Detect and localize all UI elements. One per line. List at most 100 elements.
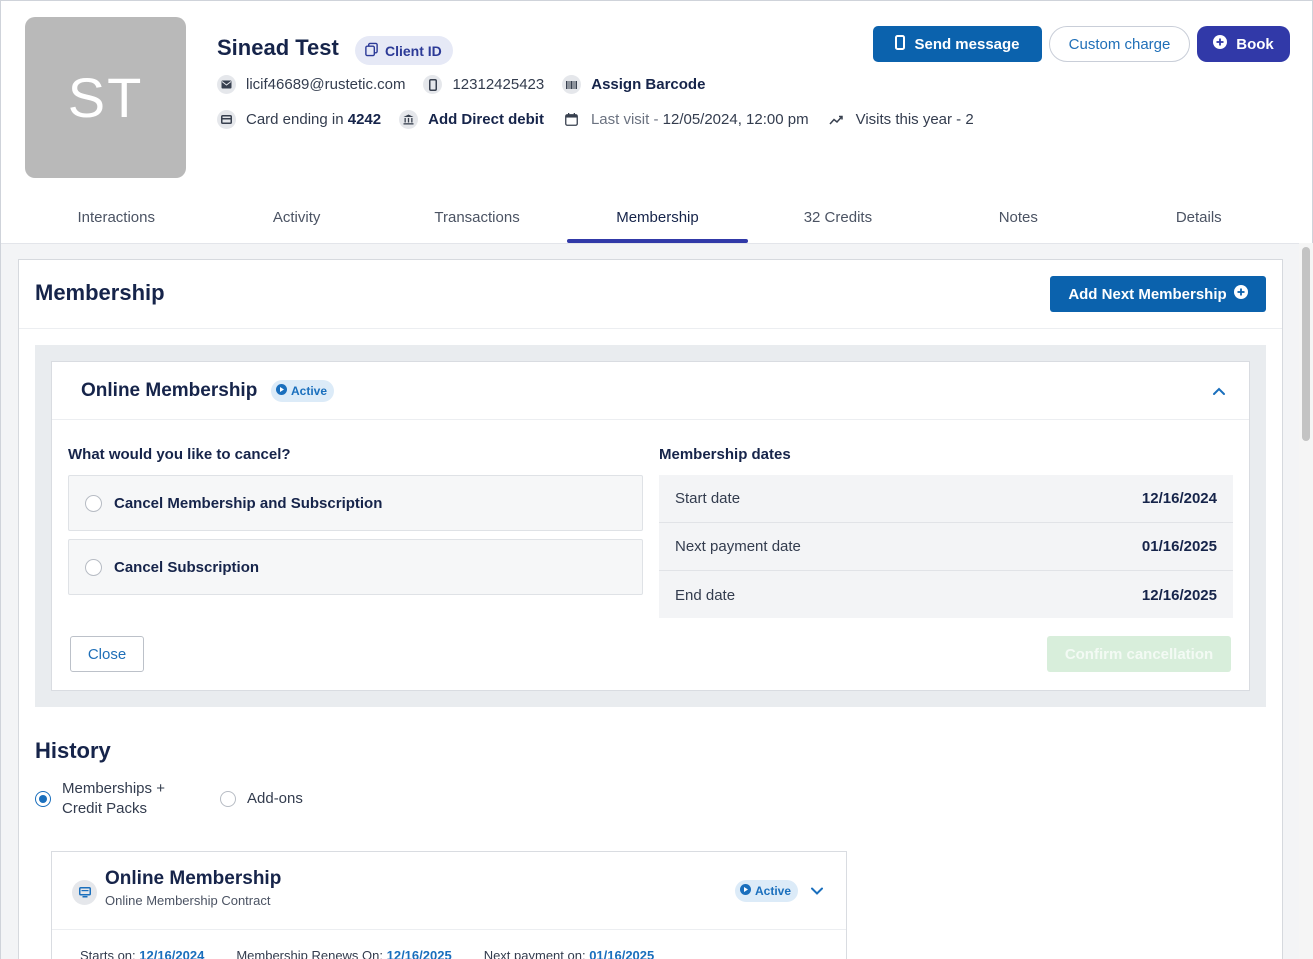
phone-item: 12312425423 bbox=[423, 75, 544, 94]
status-badge-label: Active bbox=[755, 884, 792, 898]
last-visit-text: Last visit - 12/05/2024, 12:00 pm bbox=[591, 111, 809, 128]
next-payment-value[interactable]: 01/16/2025 bbox=[589, 948, 654, 959]
history-card-header[interactable]: Online Membership Online Membership Cont… bbox=[52, 852, 846, 930]
card-prefix: Card ending in bbox=[246, 111, 348, 128]
plus-circle-icon bbox=[1213, 35, 1228, 53]
email-item: licif46689@rustetic.com bbox=[217, 75, 405, 94]
option-label: Cancel Membership and Subscription bbox=[114, 494, 383, 512]
contact-row: licif46689@rustetic.com 12312425423 Assi… bbox=[217, 75, 723, 94]
mobile-phone-icon bbox=[895, 34, 906, 54]
tab-transactions[interactable]: Transactions bbox=[387, 194, 567, 243]
next-payment-on: Next payment on: 01/16/2025 bbox=[484, 948, 655, 959]
tab-activity[interactable]: Activity bbox=[206, 194, 386, 243]
history-item-subtitle: Online Membership Contract bbox=[105, 893, 271, 908]
history-membership-card: Online Membership Online Membership Cont… bbox=[51, 851, 847, 959]
tab-details[interactable]: Details bbox=[1109, 194, 1289, 243]
tab-interactions[interactable]: Interactions bbox=[26, 194, 206, 243]
chevron-up-icon[interactable] bbox=[1210, 382, 1228, 400]
plus-circle-icon bbox=[1233, 285, 1248, 303]
client-name: Sinead Test bbox=[217, 35, 339, 60]
last-visit-item: Last visit - 12/05/2024, 12:00 pm bbox=[562, 110, 809, 129]
membership-dates-title: Membership dates bbox=[659, 446, 791, 463]
membership-card-icon bbox=[72, 880, 97, 905]
radio-button[interactable] bbox=[85, 558, 102, 576]
cancel-subscription-option[interactable]: Cancel Subscription bbox=[68, 539, 643, 595]
option-label: Cancel Subscription bbox=[114, 558, 260, 576]
filter-memberships-line1: Memberships + bbox=[62, 780, 165, 797]
membership-card-title: Online Membership bbox=[81, 380, 258, 401]
confirm-cancellation-button[interactable]: Confirm cancellation bbox=[1047, 636, 1231, 672]
date-row-start: Start date 12/16/2024 bbox=[659, 475, 1233, 523]
starts-on: Starts on: 12/16/2024 bbox=[80, 948, 204, 959]
send-message-button[interactable]: Send message bbox=[873, 26, 1042, 62]
avatar: ST bbox=[25, 17, 186, 178]
calendar-icon bbox=[562, 110, 581, 129]
add-next-membership-button[interactable]: Add Next Membership bbox=[1050, 276, 1266, 312]
membership-panel: Membership Add Next Membership Online Me… bbox=[18, 259, 1283, 959]
close-button[interactable]: Close bbox=[70, 636, 144, 672]
visits-text: Visits this year - 2 bbox=[855, 111, 974, 128]
barcode-icon bbox=[562, 75, 582, 94]
filter-add-ons[interactable]: Add-ons bbox=[220, 789, 303, 809]
cancel-membership-and-subscription-option[interactable]: Cancel Membership and Subscription bbox=[68, 475, 643, 531]
membership-card-header[interactable]: Online Membership Active bbox=[52, 362, 1249, 420]
last-visit-value: 12/05/2024, 12:00 pm bbox=[662, 111, 809, 128]
scrollbar-thumb[interactable] bbox=[1302, 247, 1310, 441]
next-payment-label: Next payment on: bbox=[483, 948, 590, 959]
history-item-dates: Starts on: 12/16/2024 Membership Renews … bbox=[80, 948, 654, 959]
radio-unselected[interactable] bbox=[220, 791, 236, 807]
renews-label: Membership Renews On: bbox=[236, 948, 387, 959]
filter-addons-label: Add-ons bbox=[247, 790, 303, 807]
status-badge: Active bbox=[271, 380, 335, 402]
history-title: History bbox=[35, 738, 111, 763]
add-next-membership-label: Add Next Membership bbox=[1068, 285, 1227, 303]
active-dot-icon bbox=[276, 384, 287, 398]
trend-icon bbox=[827, 110, 846, 129]
chevron-down-icon[interactable] bbox=[808, 882, 826, 900]
credit-card-icon bbox=[217, 110, 236, 129]
membership-card: Online Membership Active What would you … bbox=[51, 361, 1250, 691]
add-direct-debit-label: Add Direct debit bbox=[428, 111, 544, 128]
radio-selected[interactable] bbox=[35, 791, 51, 807]
assign-barcode-label: Assign Barcode bbox=[591, 76, 706, 93]
assign-barcode-item[interactable]: Assign Barcode bbox=[562, 75, 705, 94]
date-label: Start date bbox=[675, 490, 741, 507]
direct-debit-item[interactable]: Add Direct debit bbox=[399, 110, 544, 129]
scrollbar[interactable] bbox=[1299, 243, 1313, 959]
date-row-end: End date 12/16/2025 bbox=[659, 571, 1233, 619]
client-id-button[interactable]: Client ID bbox=[355, 36, 453, 65]
radio-button[interactable] bbox=[85, 494, 102, 512]
cancel-question: What would you like to cancel? bbox=[68, 446, 291, 463]
phone-icon bbox=[423, 75, 443, 94]
date-row-next-payment: Next payment date 01/16/2025 bbox=[659, 523, 1233, 571]
card-item: Card ending in 4242 bbox=[217, 110, 381, 129]
tab-notes[interactable]: Notes bbox=[928, 194, 1108, 243]
avatar-initials: ST bbox=[67, 66, 144, 129]
filter-memberships-credit-packs[interactable]: Memberships + Credit Packs bbox=[35, 779, 165, 819]
renews-value[interactable]: 12/16/2025 bbox=[387, 948, 452, 959]
phone-text[interactable]: 12312425423 bbox=[452, 76, 544, 93]
divider bbox=[19, 328, 1282, 329]
send-message-label: Send message bbox=[914, 35, 1020, 53]
client-id-label: Client ID bbox=[385, 42, 442, 59]
visits-item: Visits this year - 2 bbox=[827, 110, 974, 129]
tab-credits[interactable]: 32 Credits bbox=[748, 194, 928, 243]
mail-icon bbox=[217, 75, 236, 94]
book-label: Book bbox=[1236, 35, 1274, 53]
date-label: Next payment date bbox=[675, 538, 801, 555]
starts-label: Starts on: bbox=[80, 948, 140, 959]
membership-title: Membership bbox=[35, 280, 165, 305]
history-item-name: Online Membership bbox=[105, 868, 282, 889]
custom-charge-button[interactable]: Custom charge bbox=[1049, 26, 1190, 62]
filter-memberships-line2: Credit Packs bbox=[62, 800, 148, 817]
active-dot-icon bbox=[740, 884, 751, 898]
email-text[interactable]: licif46689@rustetic.com bbox=[246, 76, 405, 93]
client-header: ST Sinead Test Client ID licif46689@rust… bbox=[1, 1, 1312, 243]
tab-membership[interactable]: Membership bbox=[567, 194, 749, 243]
bank-icon bbox=[399, 110, 419, 129]
starts-value[interactable]: 12/16/2024 bbox=[139, 948, 204, 959]
date-value: 12/16/2025 bbox=[1141, 586, 1217, 604]
book-button[interactable]: Book bbox=[1197, 26, 1290, 62]
date-value: 01/16/2025 bbox=[1141, 538, 1217, 555]
card-text: Card ending in 4242 bbox=[246, 111, 381, 128]
